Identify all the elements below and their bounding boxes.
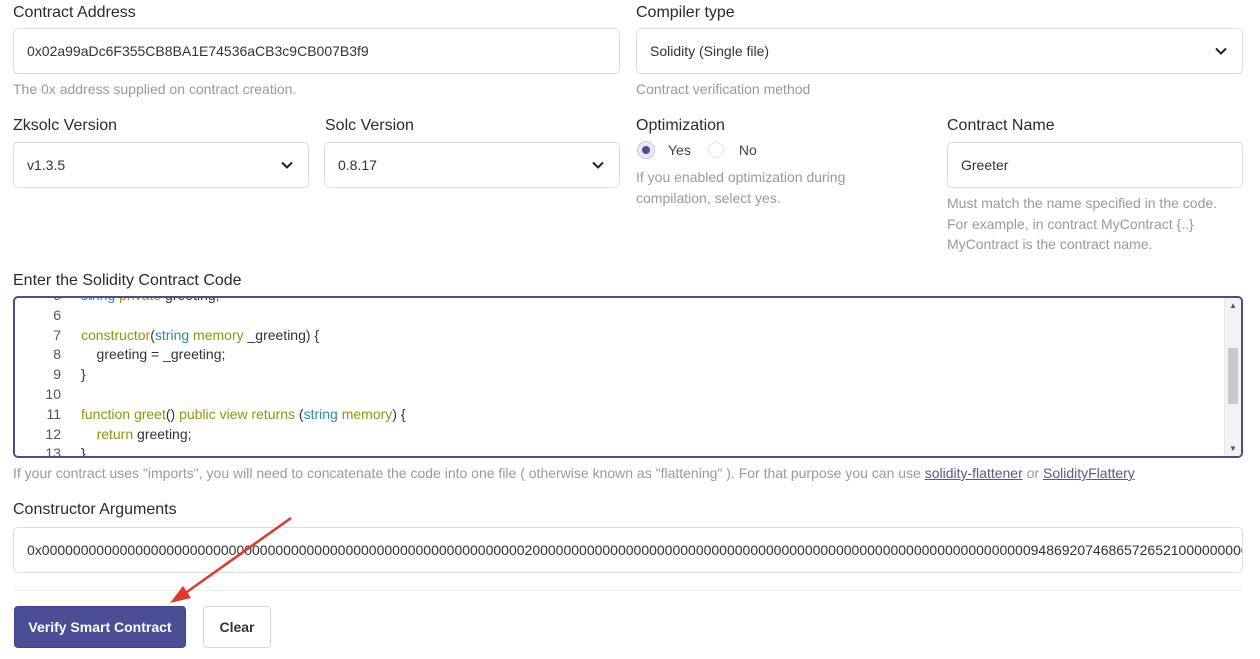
annotation-arrow-icon — [170, 516, 292, 603]
verify-contract-form: Contract Address 0x02a99aDc6F355CB8BA1E7… — [0, 0, 1260, 659]
